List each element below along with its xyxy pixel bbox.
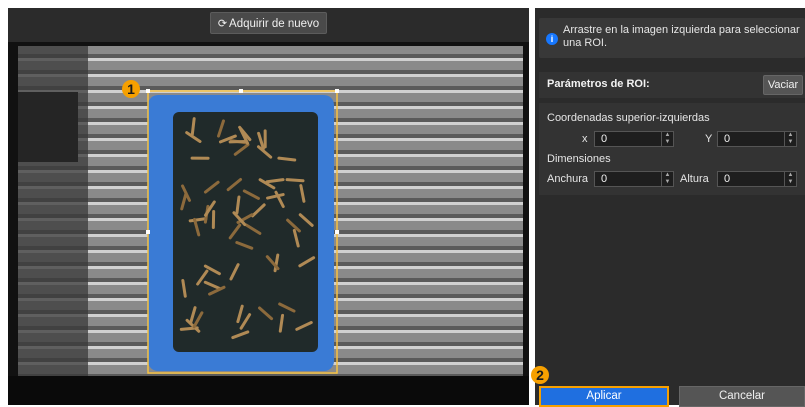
camera-image[interactable] [8,42,529,405]
y-stepper-icon[interactable]: ▲▼ [784,132,796,146]
roi-handle-tl[interactable] [146,89,150,93]
roi-handle-right[interactable] [335,230,339,234]
roi-params-header: Parámetros de ROI: Vaciar [539,72,805,98]
part [192,119,194,135]
info-text: Arrastre en la imagen izquierda para sel… [563,24,803,50]
reacquire-button[interactable]: ⟳Adquirir de nuevo [210,12,327,34]
dark-block [18,92,78,162]
clear-button[interactable]: Vaciar [763,75,803,95]
height-stepper-icon[interactable]: ▲▼ [784,172,796,186]
y-input[interactable]: 0 ▲▼ [717,131,797,147]
cancel-button[interactable]: Cancelar [679,386,805,407]
part [279,158,295,160]
bottom-dark-band [8,376,529,405]
x-label: x [582,133,588,145]
height-input[interactable]: 0 ▲▼ [717,171,797,187]
height-value: 0 [724,173,730,185]
refresh-icon: ⟳ [218,18,227,30]
y-value: 0 [724,133,730,145]
apply-button[interactable]: Aplicar [539,386,669,407]
step-marker-2: 2 [531,366,549,384]
part [287,180,303,181]
roi-handle-top[interactable] [239,89,243,93]
width-stepper-icon[interactable]: ▲▼ [661,172,673,186]
x-stepper-icon[interactable]: ▲▼ [661,132,673,146]
dimensions-label: Dimensiones [547,153,611,165]
info-icon: i [546,33,558,45]
y-label: Y [705,133,712,145]
coords-label: Coordenadas superior-izquierdas [547,112,710,124]
width-value: 0 [601,173,607,185]
x-input[interactable]: 0 ▲▼ [594,131,674,147]
height-label: Altura [680,173,709,185]
roi-params-title: Parámetros de ROI: [547,78,650,90]
camera-image-canvas[interactable] [8,42,529,405]
info-message: i Arrastre en la imagen izquierda para s… [539,18,805,58]
width-input[interactable]: 0 ▲▼ [594,171,674,187]
roi-handle-tr[interactable] [335,89,339,93]
roi-handle-left[interactable] [146,230,150,234]
roi-settings-panel [535,8,805,405]
part [237,197,239,213]
reacquire-label: Adquirir de nuevo [229,18,319,30]
x-value: 0 [601,133,607,145]
roi-params-body: Coordenadas superior-izquierdas x 0 ▲▼ Y… [539,103,805,195]
step-marker-1: 1 [122,80,140,98]
width-label: Anchura [547,173,588,185]
